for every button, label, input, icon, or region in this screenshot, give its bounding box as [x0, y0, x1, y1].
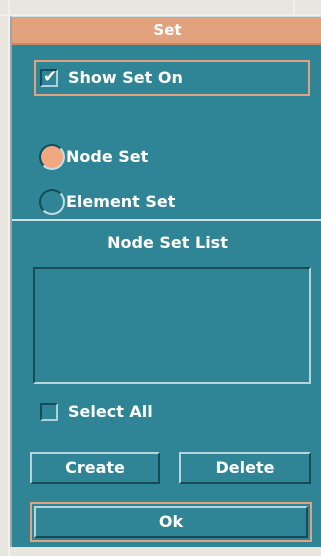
- select-all-checkbox[interactable]: [40, 403, 58, 421]
- show-set-on-checkbox[interactable]: ✔: [40, 67, 58, 87]
- frame-line-right: [293, 0, 295, 14]
- node-set-listbox[interactable]: [33, 267, 311, 384]
- titlebar-divider: [12, 43, 321, 45]
- delete-button[interactable]: Delete: [179, 452, 311, 484]
- select-all-label[interactable]: Select All: [68, 402, 153, 421]
- node-set-radio[interactable]: [39, 144, 65, 170]
- create-button[interactable]: Create: [30, 452, 160, 484]
- set-dialog: Set ✔ Show Set On Node Set Element Set N…: [10, 16, 321, 547]
- list-title: Node Set List: [107, 233, 228, 252]
- node-set-label[interactable]: Node Set: [66, 147, 148, 166]
- ok-button[interactable]: Ok: [34, 506, 308, 538]
- element-set-radio[interactable]: [39, 189, 65, 215]
- element-set-label[interactable]: Element Set: [66, 192, 175, 211]
- dialog-title: Set: [12, 17, 321, 43]
- check-mark-icon: ✔: [43, 67, 58, 87]
- show-set-on-label[interactable]: Show Set On: [68, 68, 183, 87]
- divider: [12, 219, 321, 221]
